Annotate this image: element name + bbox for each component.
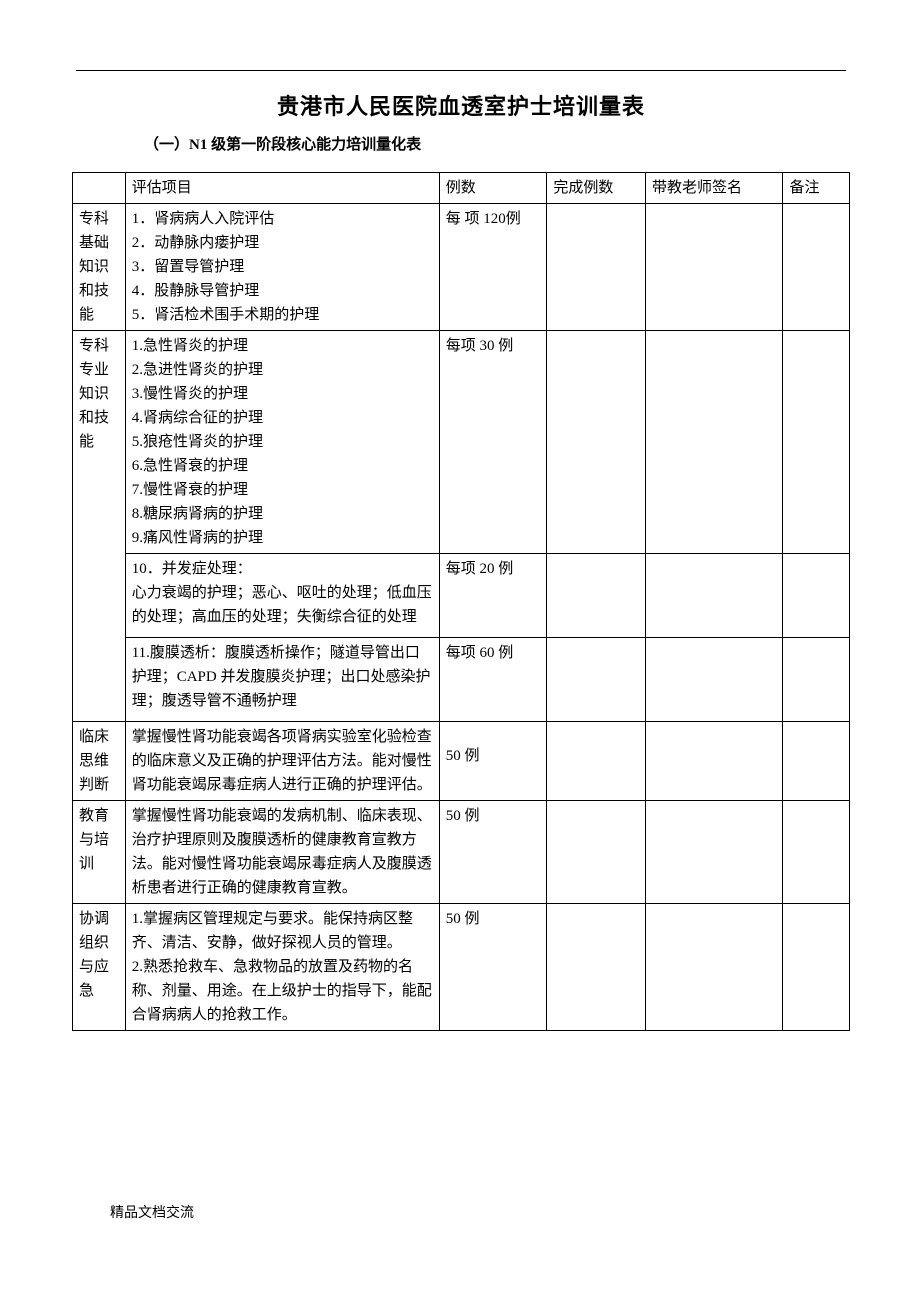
hdr-done: 完成例数	[547, 173, 646, 204]
category-cell: 临床思维判断	[73, 722, 126, 801]
note-cell[interactable]	[783, 554, 850, 638]
sign-cell[interactable]	[645, 554, 783, 638]
category-cell: 专科基础知识和技能	[73, 204, 126, 331]
list-item: 1．肾病病人入院评估	[132, 207, 434, 231]
page: 贵港市人民医院血透室护士培训量表 （一）N1 级第一阶段核心能力培训量化表 评估…	[0, 0, 920, 1302]
hdr-note: 备注	[783, 173, 850, 204]
list-item: 1.急性肾炎的护理	[132, 334, 434, 358]
note-cell[interactable]	[783, 204, 850, 331]
count-cell: 每项 20 例	[439, 554, 547, 638]
done-cell[interactable]	[547, 904, 646, 1031]
item-cell: 掌握慢性肾功能衰竭各项肾病实验室化验检查的临床意义及正确的护理评估方法。能对慢性…	[125, 722, 439, 801]
category-cell: 专科专业知识和技能	[73, 331, 126, 722]
sign-cell[interactable]	[645, 904, 783, 1031]
done-cell[interactable]	[547, 204, 646, 331]
category-cell: 教育与培训	[73, 801, 126, 904]
list-item: 5．肾活检术围手术期的护理	[132, 303, 434, 327]
item-cell: 1.掌握病区管理规定与要求。能保持病区整齐、清洁、安静，做好探视人员的管理。 2…	[125, 904, 439, 1031]
table-row: 临床思维判断 掌握慢性肾功能衰竭各项肾病实验室化验检查的临床意义及正确的护理评估…	[73, 722, 850, 801]
sign-cell[interactable]	[645, 638, 783, 722]
item-cell: 10．并发症处理： 心力衰竭的护理；恶心、呕吐的处理；低血压的处理；高血压的处理…	[125, 554, 439, 638]
table-row: 专科基础知识和技能 1．肾病病人入院评估 2．动静脉内瘘护理 3．留置导管护理 …	[73, 204, 850, 331]
top-rule	[76, 70, 846, 71]
list-item: 4．股静脉导管护理	[132, 279, 434, 303]
hdr-item: 评估项目	[125, 173, 439, 204]
table-row: 专科专业知识和技能 1.急性肾炎的护理 2.急进性肾炎的护理 3.慢性肾炎的护理…	[73, 331, 850, 554]
footer-text: 精品文档交流	[0, 1202, 920, 1222]
note-cell[interactable]	[783, 638, 850, 722]
count-cell: 每 项 120例	[439, 204, 547, 331]
list-item: 3．留置导管护理	[132, 255, 434, 279]
count-cell: 50 例	[439, 722, 547, 801]
count-cell: 每项 60 例	[439, 638, 547, 722]
count-cell: 50 例	[439, 801, 547, 904]
sign-cell[interactable]	[645, 204, 783, 331]
done-cell[interactable]	[547, 801, 646, 904]
done-cell[interactable]	[547, 554, 646, 638]
item-cell: 1．肾病病人入院评估 2．动静脉内瘘护理 3．留置导管护理 4．股静脉导管护理 …	[125, 204, 439, 331]
sign-cell[interactable]	[645, 801, 783, 904]
list-item: 2．动静脉内瘘护理	[132, 231, 434, 255]
note-cell[interactable]	[783, 722, 850, 801]
note-cell[interactable]	[783, 904, 850, 1031]
item-cell: 掌握慢性肾功能衰竭的发病机制、临床表现、治疗护理原则及腹膜透析的健康教育宣教方法…	[125, 801, 439, 904]
note-cell[interactable]	[783, 801, 850, 904]
category-cell: 协调组织与应急	[73, 904, 126, 1031]
training-table: 评估项目 例数 完成例数 带教老师签名 备注 专科基础知识和技能 1．肾病病人入…	[72, 172, 850, 1031]
done-cell[interactable]	[547, 722, 646, 801]
list-item: 2.急进性肾炎的护理	[132, 358, 434, 382]
table-row: 教育与培训 掌握慢性肾功能衰竭的发病机制、临床表现、治疗护理原则及腹膜透析的健康…	[73, 801, 850, 904]
note-cell[interactable]	[783, 331, 850, 554]
table-header-row: 评估项目 例数 完成例数 带教老师签名 备注	[73, 173, 850, 204]
hdr-sign: 带教老师签名	[645, 173, 783, 204]
table-row: 11.腹膜透析：腹膜透析操作；隧道导管出口护理；CAPD 并发腹膜炎护理；出口处…	[73, 638, 850, 722]
item-cell: 1.急性肾炎的护理 2.急进性肾炎的护理 3.慢性肾炎的护理 4.肾病综合征的护…	[125, 331, 439, 554]
sign-cell[interactable]	[645, 722, 783, 801]
count-cell: 50 例	[439, 904, 547, 1031]
subtitle: （一）N1 级第一阶段核心能力培训量化表	[144, 133, 850, 154]
list-item: 4.肾病综合征的护理	[132, 406, 434, 430]
done-cell[interactable]	[547, 638, 646, 722]
list-item: 5.狼疮性肾炎的护理	[132, 430, 434, 454]
hdr-count: 例数	[439, 173, 547, 204]
list-item: 9.痛风性肾病的护理	[132, 526, 434, 550]
list-item: 3.慢性肾炎的护理	[132, 382, 434, 406]
page-title: 贵港市人民医院血透室护士培训量表	[72, 89, 850, 121]
hdr-blank	[73, 173, 126, 204]
list-item: 6.急性肾衰的护理	[132, 454, 434, 478]
sign-cell[interactable]	[645, 331, 783, 554]
list-item: 8.糖尿病肾病的护理	[132, 502, 434, 526]
list-item: 7.慢性肾衰的护理	[132, 478, 434, 502]
table-row: 协调组织与应急 1.掌握病区管理规定与要求。能保持病区整齐、清洁、安静，做好探视…	[73, 904, 850, 1031]
count-cell: 每项 30 例	[439, 331, 547, 554]
table-row: 10．并发症处理： 心力衰竭的护理；恶心、呕吐的处理；低血压的处理；高血压的处理…	[73, 554, 850, 638]
done-cell[interactable]	[547, 331, 646, 554]
item-cell: 11.腹膜透析：腹膜透析操作；隧道导管出口护理；CAPD 并发腹膜炎护理；出口处…	[125, 638, 439, 722]
